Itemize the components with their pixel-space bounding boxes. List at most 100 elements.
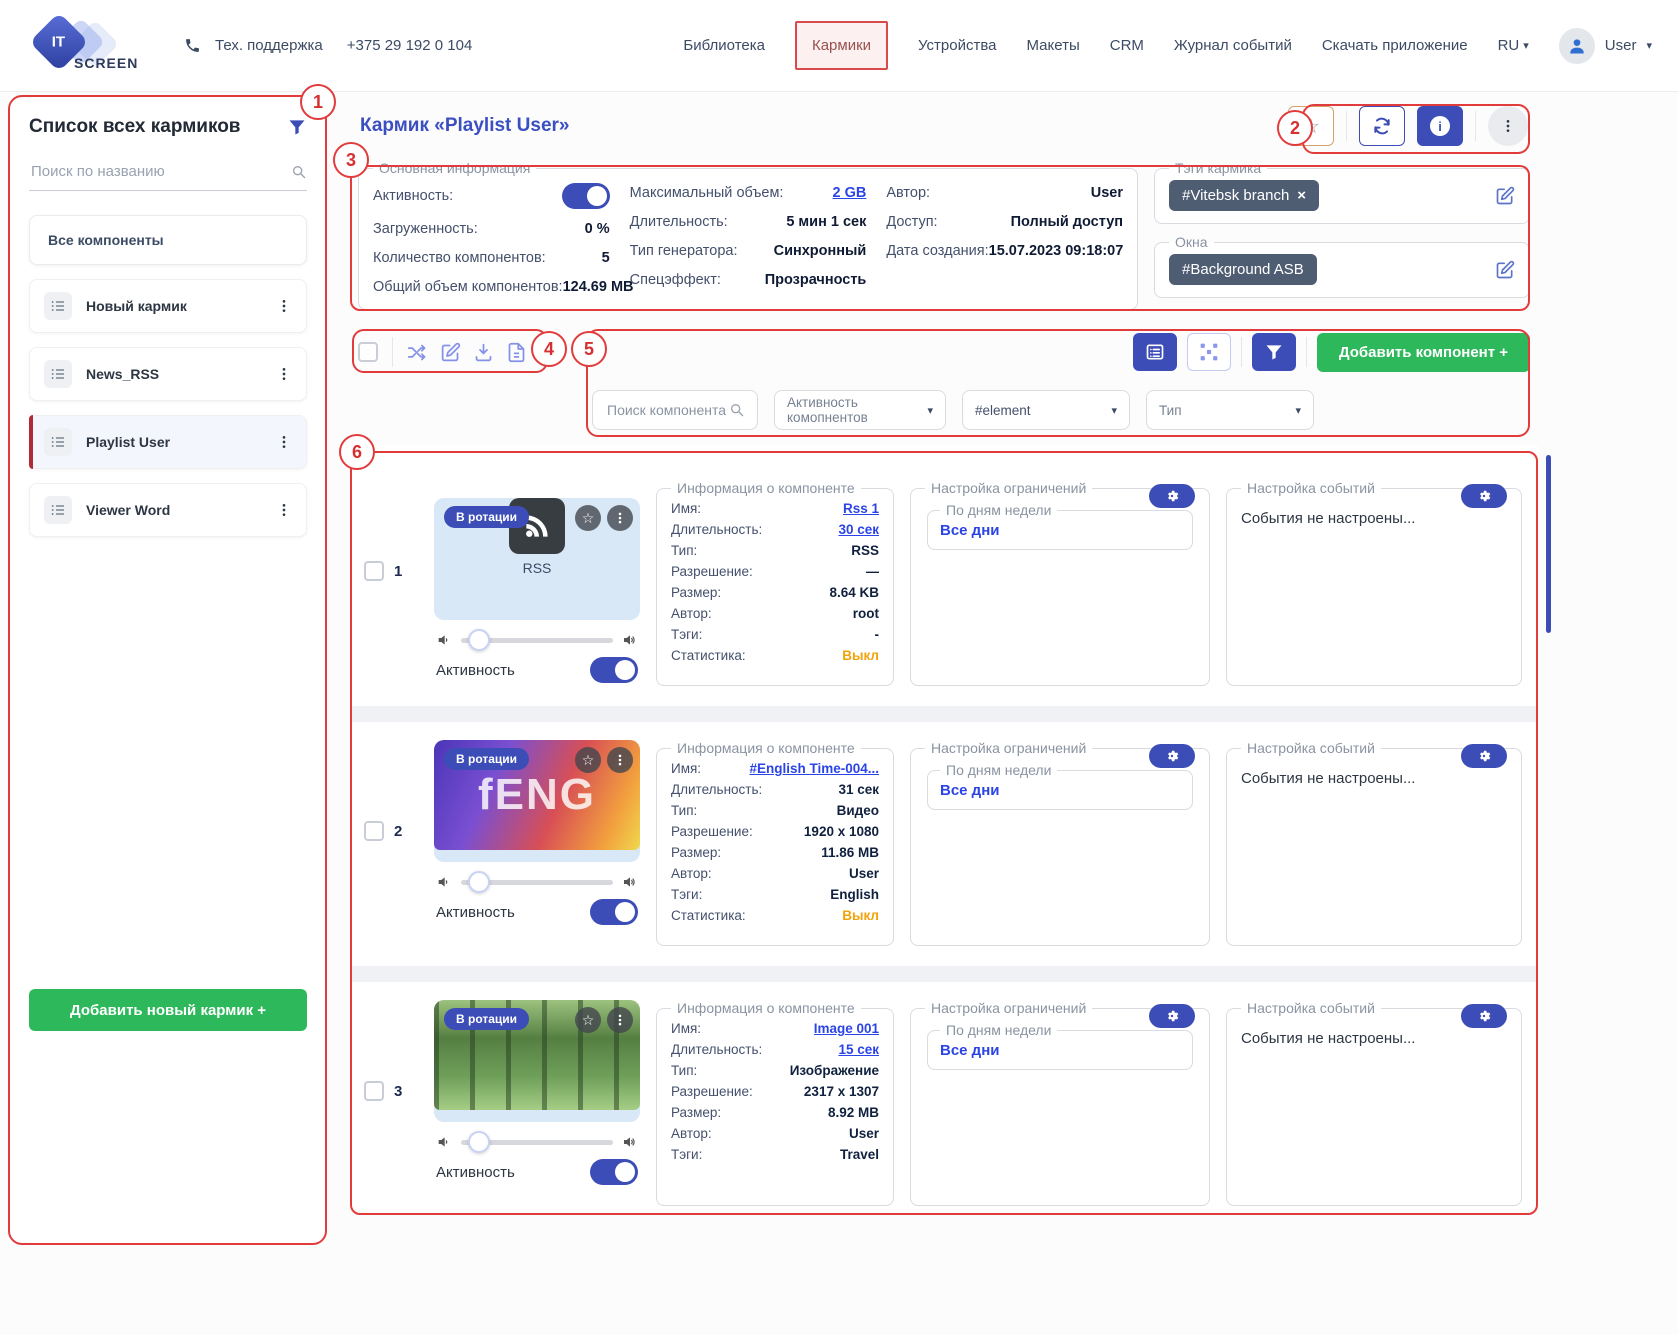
edit-tags-icon[interactable] [1495,186,1515,206]
volume-low-icon[interactable] [436,1134,452,1150]
volume-low-icon[interactable] [436,874,452,890]
sidebar-item-viewer-word[interactable]: Viewer Word [29,483,307,537]
sidebar-search-input[interactable] [29,162,291,181]
select-all-checkbox[interactable] [358,342,378,362]
favorite-component-button[interactable]: ☆ [575,505,601,531]
nav-event-log[interactable]: Журнал событий [1174,37,1292,54]
events-settings-button[interactable] [1461,1004,1507,1028]
nav-karmiki[interactable]: Кармики [795,21,888,70]
component-menu-button[interactable] [607,1007,633,1033]
remove-tag-icon[interactable]: × [1297,187,1306,204]
trash-icon[interactable] [539,342,560,363]
component-activity-toggle[interactable] [590,1159,638,1185]
filter-components-button[interactable] [1252,333,1296,371]
karmik-activity-toggle[interactable] [562,183,610,209]
days-value[interactable]: Все дни [940,780,1180,799]
info-label: Разрешение: [671,1084,753,1099]
star-icon: ☆ [1302,114,1320,139]
language-selector[interactable]: RU ▾ [1498,37,1529,54]
info-button[interactable]: i [1417,106,1463,146]
shuffle-icon[interactable] [407,342,428,363]
element-filter-dropdown[interactable]: #element ▾ [962,390,1130,430]
edit-icon[interactable] [440,342,461,363]
file-report-icon[interactable] [506,342,527,363]
tag-chip-label: #Vitebsk branch [1182,187,1289,204]
kebab-menu-icon[interactable] [276,502,292,518]
restrictions-settings-button[interactable] [1149,484,1195,508]
add-karmik-button[interactable]: Добавить новый кармик + [29,989,307,1031]
days-legend: По дням недели [940,502,1057,518]
nav-devices[interactable]: Устройства [918,37,996,54]
component-checkbox[interactable] [364,1081,384,1101]
days-value[interactable]: Все дни [940,1040,1180,1059]
component-thumbnail[interactable]: В ротации ☆ RSS [434,498,640,620]
volume-high-icon[interactable] [622,632,638,648]
component-menu-button[interactable] [607,505,633,531]
info-label: Размер: [671,1105,721,1120]
user-menu[interactable]: User ▾ [1559,28,1652,64]
favorite-component-button[interactable]: ☆ [575,747,601,773]
info-label: Тип: [671,1063,697,1078]
filter-icon[interactable] [287,117,307,137]
events-empty-text: События не настроены... [1241,770,1507,787]
restrictions-settings-button[interactable] [1149,1004,1195,1028]
component-search-input[interactable] [605,401,729,419]
edit-windows-icon[interactable] [1495,260,1515,280]
nav-layouts[interactable]: Макеты [1027,37,1080,54]
volume-high-icon[interactable] [622,874,638,890]
volume-slider-knob[interactable] [468,871,490,893]
kebab-menu-icon[interactable] [276,434,292,450]
duration-link[interactable]: 15 сек [838,1042,879,1057]
kebab-menu-icon[interactable] [276,366,292,382]
volume-slider[interactable] [461,1140,613,1145]
duration-link[interactable]: 30 сек [838,522,879,537]
component-activity-toggle[interactable] [590,899,638,925]
sidebar-item-news-rss[interactable]: News_RSS [29,347,307,401]
info-label: Статистика: [671,648,746,663]
info-label: Доступ: [886,214,937,230]
info-value: Видео [837,803,879,818]
events-settings-button[interactable] [1461,744,1507,768]
volume-high-icon[interactable] [622,1134,638,1150]
component-checkbox[interactable] [364,561,384,581]
info-label: Длительность: [671,782,762,797]
sidebar-item-playlist-user[interactable]: Playlist User [29,415,307,469]
refresh-button[interactable] [1359,106,1405,146]
component-thumbnail[interactable]: fENG В ротации ☆ [434,740,640,862]
divider [1346,111,1347,141]
download-icon[interactable] [473,342,494,363]
component-menu-button[interactable] [607,747,633,773]
volume-slider[interactable] [461,880,613,885]
favorite-button[interactable]: ☆ [1288,106,1334,146]
days-value[interactable]: Все дни [940,520,1180,539]
more-options-button[interactable] [1488,106,1528,146]
restrictions-settings-button[interactable] [1149,744,1195,768]
volume-slider-knob[interactable] [468,1131,490,1153]
activity-filter-dropdown[interactable]: Активность комопнентов ▾ [774,390,946,430]
sidebar-item-all-components[interactable]: Все компоненты [29,215,307,265]
grid-view-button[interactable] [1187,333,1231,371]
nav-library[interactable]: Библиотека [683,37,765,54]
type-filter-dropdown[interactable]: Тип ▾ [1146,390,1314,430]
favorite-component-button[interactable]: ☆ [575,1007,601,1033]
volume-slider[interactable] [461,638,613,643]
sidebar-item-novyj-karmik[interactable]: Новый кармик [29,279,307,333]
volume-low-icon[interactable] [436,632,452,648]
add-component-button[interactable]: Добавить компонент + [1317,333,1530,372]
component-activity-toggle[interactable] [590,657,638,683]
component-name-link[interactable]: Rss 1 [843,501,879,516]
max-volume-link[interactable]: 2 GB [833,185,867,201]
component-name-link[interactable]: Image 001 [814,1021,879,1036]
component-activity-label: Активность [436,1164,515,1181]
kebab-menu-icon[interactable] [276,298,292,314]
list-icon [44,360,72,388]
nav-crm[interactable]: CRM [1110,37,1144,54]
component-thumbnail[interactable]: В ротации ☆ [434,1000,640,1122]
volume-slider-knob[interactable] [468,629,490,651]
component-checkbox[interactable] [364,821,384,841]
nav-download-app[interactable]: Скачать приложение [1322,37,1468,54]
component-name-link[interactable]: #English Time-004... [749,761,879,776]
events-settings-button[interactable] [1461,484,1507,508]
table-view-button[interactable] [1133,333,1177,371]
scrollbar[interactable] [1546,455,1551,633]
